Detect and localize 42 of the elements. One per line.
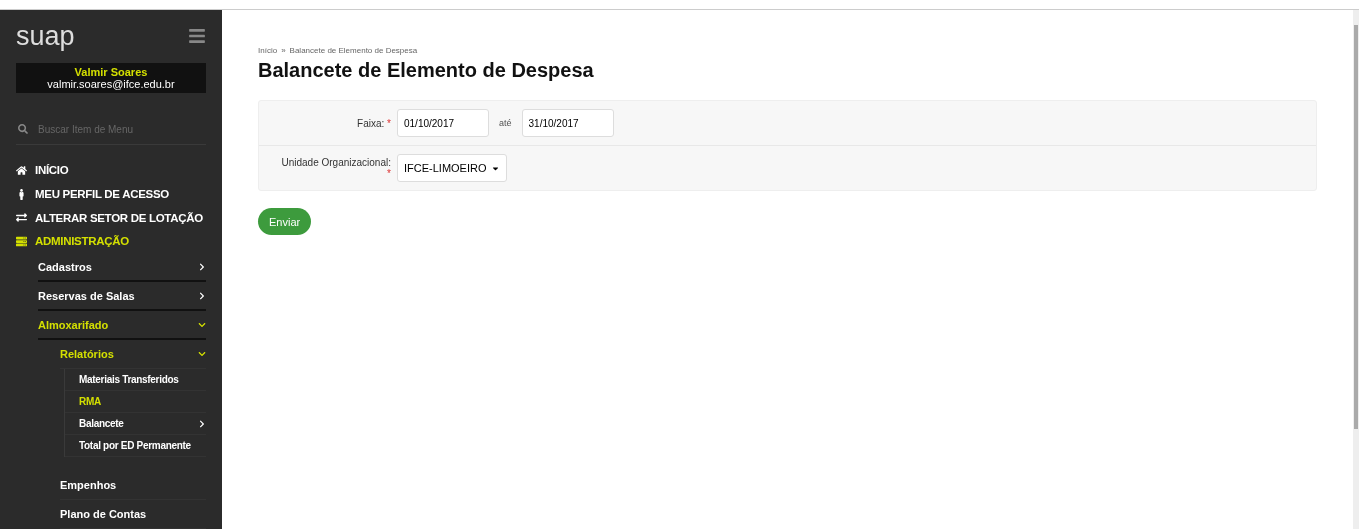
submit-button[interactable]: Enviar	[258, 208, 312, 235]
menu-item[interactable]: Empenhos	[60, 471, 206, 500]
menu-item[interactable]: Cadastros	[38, 253, 206, 282]
logo[interactable]: suap	[16, 20, 75, 52]
field-label: Unidade Organizacional: *	[280, 157, 391, 179]
menu-item[interactable]: Almoxarifado	[38, 311, 206, 340]
menu-icon[interactable]	[188, 27, 206, 46]
date-field[interactable]: 01/10/2017	[397, 109, 489, 137]
unit-select[interactable]: IFCE-LIMOEIRO	[397, 154, 507, 182]
scrollbar[interactable]	[1353, 10, 1359, 529]
home-icon	[16, 164, 27, 176]
server-icon	[16, 235, 27, 247]
menu-item[interactable]: Balancete	[65, 413, 206, 435]
menu-item[interactable]: ADMINISTRAÇÃO	[16, 229, 206, 253]
required-mark: *	[387, 168, 391, 179]
field-label: Faixa: *	[356, 117, 391, 129]
chevron-right-icon	[198, 419, 206, 428]
range-separator: até	[499, 118, 512, 128]
chevron-right-icon	[198, 291, 206, 300]
menu-item[interactable]: Total por ED Permanente	[65, 435, 206, 457]
chevron-down-icon	[198, 350, 206, 358]
chevron-right-icon	[198, 262, 206, 271]
date-field[interactable]: 31/10/2017	[521, 109, 614, 137]
breadcrumb-link[interactable]: Início	[258, 46, 278, 55]
menu-item[interactable]: INÍCIO	[16, 158, 206, 183]
swap-arrows-icon	[16, 212, 27, 224]
chevron-down-icon	[198, 320, 206, 329]
search-icon	[18, 124, 28, 135]
user-name: Valmir Soares	[73, 65, 149, 78]
menu-item[interactable]: Relatórios	[60, 340, 206, 369]
menu-item[interactable]: ALTERAR SETOR DE LOTAÇÃO	[16, 205, 206, 230]
menu-item[interactable]: RMA	[65, 391, 206, 413]
user-email: valmir.soares@ifce.edu.br	[46, 77, 176, 90]
search-field[interactable]: Buscar Item de Menu	[36, 122, 190, 136]
menu-item[interactable]: Reservas de Salas	[38, 282, 206, 311]
breadcrumb-separator: »	[281, 46, 286, 55]
menu-item[interactable]: Materiais Transferidos	[65, 369, 206, 391]
page-title: Balancete de Elemento de Despesa	[258, 59, 595, 82]
menu-item[interactable]: Plano de Contas	[60, 500, 206, 529]
person-icon	[16, 188, 27, 200]
required-mark: *	[387, 117, 391, 129]
menu-item[interactable]: MEU PERFIL DE ACESSO	[16, 182, 206, 206]
